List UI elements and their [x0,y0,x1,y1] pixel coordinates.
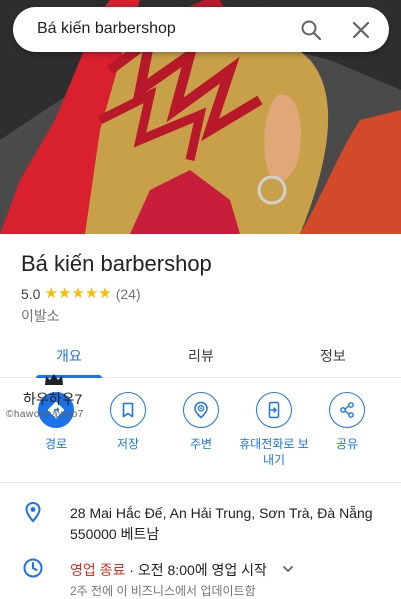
watermark-handle: ©hawoohawoo7 [6,409,84,420]
send-to-phone-icon [256,392,292,428]
save-label: 저장 [116,437,140,451]
star-icon: ★ [44,285,58,302]
tab-overview[interactable]: 개요 [56,346,82,366]
crown-icon [45,374,63,385]
watermark-korean: 하우하우7 [23,391,83,407]
star-rating: ★ ★ ★ ★ ★ [44,286,111,302]
share-button[interactable]: 공유 [307,392,387,452]
section-divider [0,482,401,490]
location-pin-icon [22,501,44,523]
share-icon [329,392,365,428]
nearby-label: 주변 [189,437,213,451]
tab-about[interactable]: 정보 [320,346,346,366]
send-to-phone-label: 휴대전화로 보 내기 [239,437,309,467]
rating-row[interactable]: 5.0 ★ ★ ★ ★ ★ (24) [21,286,141,303]
star-icon: ★ [71,285,85,302]
hours-summary: 영업 종료 · 오전 8:00에 영업 시작 [70,560,267,580]
nearby-icon [183,392,219,428]
nearby-button[interactable]: 주변 [161,392,241,452]
tab-bar: 개요 리뷰 정보 [0,336,401,378]
chevron-down-icon[interactable] [280,561,296,577]
hours-detail: · 오전 8:00에 영업 시작 [125,562,267,578]
review-count[interactable]: (24) [116,286,141,302]
search-icon[interactable] [299,18,323,42]
search-query[interactable]: Bá kiến barbershop [37,20,176,38]
address-text: 28 Mai Hắc Đế, An Hải Trung, Sơn Trà, Đà… [70,505,373,542]
close-icon[interactable] [349,18,373,42]
place-category: 이발소 [21,308,60,324]
bookmark-icon [110,392,146,428]
place-title: Bá kiến barbershop [21,251,212,276]
hours-updated-note: 2주 전에 이 비즈니스에서 업데이트함 [70,584,256,598]
star-icon: ★ [57,285,72,302]
directions-label: 경로 [44,437,68,451]
search-bar[interactable]: Bá kiến barbershop [13,7,389,52]
hours-status: 영업 종료 [70,562,126,578]
tab-reviews[interactable]: 리뷰 [188,346,214,366]
send-to-phone-button[interactable]: 휴대전화로 보 내기 [234,392,314,468]
rating-value: 5.0 [21,286,41,302]
clock-icon [22,557,44,579]
star-icon: ★ [98,285,112,302]
star-icon: ★ [84,285,99,302]
share-label: 공유 [335,437,359,451]
save-button[interactable]: 저장 [88,392,168,452]
